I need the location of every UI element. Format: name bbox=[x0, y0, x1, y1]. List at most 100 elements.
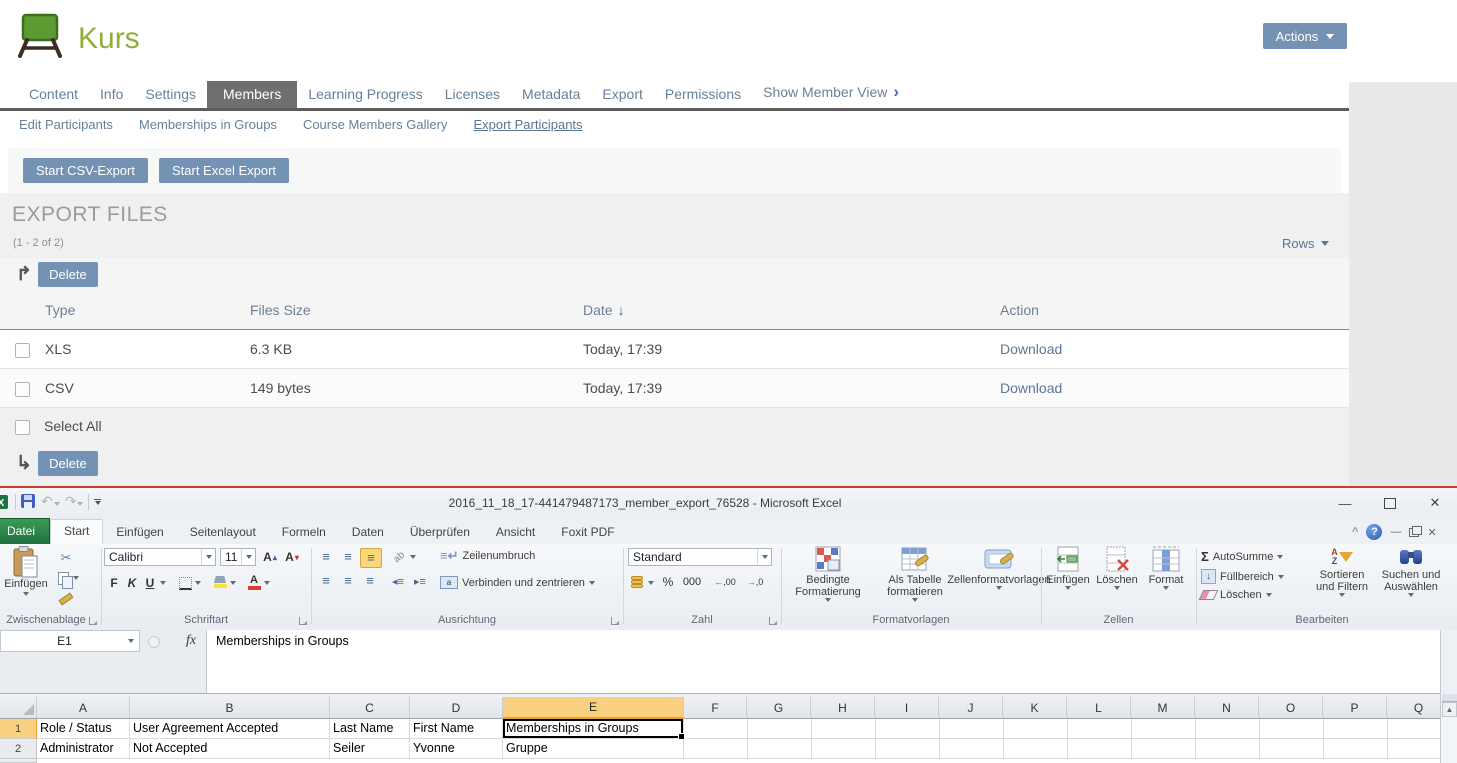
download-link[interactable]: Download bbox=[1000, 341, 1062, 357]
decrease-decimal-icon[interactable]: →,0 bbox=[742, 574, 768, 590]
select-all-checkbox[interactable] bbox=[15, 420, 30, 435]
cell-B1[interactable]: User Agreement Accepted bbox=[130, 719, 330, 739]
cell-C2[interactable]: Seiler bbox=[330, 739, 410, 759]
align-middle-icon[interactable]: ≡ bbox=[338, 548, 358, 566]
subtab-edit-participants[interactable]: Edit Participants bbox=[19, 117, 113, 132]
formula-bar-expand[interactable] bbox=[1440, 630, 1457, 694]
tab-settings[interactable]: Settings bbox=[134, 82, 207, 108]
subtab-course-members-gallery[interactable]: Course Members Gallery bbox=[303, 117, 448, 132]
dialog-launcher-icon[interactable] bbox=[299, 617, 307, 625]
dialog-launcher-icon[interactable] bbox=[611, 617, 619, 625]
underline-caret-icon[interactable] bbox=[160, 581, 166, 585]
excel-app-icon[interactable]: X bbox=[0, 494, 10, 510]
format-as-table-button[interactable]: Als Tabelle formatieren bbox=[874, 546, 956, 602]
ribbon-tab-seitenlayout[interactable]: Seitenlayout bbox=[177, 521, 269, 544]
column-header[interactable]: J bbox=[939, 697, 1003, 719]
workbook-close-icon[interactable]: ✕ bbox=[1427, 526, 1436, 539]
delete-cells-button[interactable]: Löschen bbox=[1094, 546, 1140, 590]
tab-members[interactable]: Members bbox=[207, 81, 297, 108]
empty-cells[interactable] bbox=[684, 739, 1457, 759]
cell-D1[interactable]: First Name bbox=[410, 719, 503, 739]
tab-content[interactable]: Content bbox=[18, 82, 89, 108]
select-all-corner[interactable] bbox=[0, 697, 37, 719]
subtab-export-participants[interactable]: Export Participants bbox=[473, 117, 582, 132]
ribbon-tab-einfuegen[interactable]: Einfügen bbox=[103, 521, 176, 544]
orientation-caret-icon[interactable] bbox=[410, 555, 416, 559]
column-header[interactable]: M bbox=[1131, 697, 1195, 719]
comma-style-icon[interactable]: 000 bbox=[680, 574, 704, 590]
column-header-files-size[interactable]: Files Size bbox=[250, 302, 311, 318]
split-handle[interactable] bbox=[1442, 694, 1457, 702]
dialog-launcher-icon[interactable] bbox=[769, 617, 777, 625]
number-format-combo[interactable]: Standard bbox=[628, 548, 772, 566]
increase-decimal-icon[interactable]: ←,00 bbox=[712, 574, 738, 590]
sort-filter-button[interactable]: AZ Sortieren und Filtern bbox=[1309, 546, 1375, 597]
tab-licenses[interactable]: Licenses bbox=[434, 82, 511, 108]
column-header[interactable]: N bbox=[1195, 697, 1259, 719]
download-link[interactable]: Download bbox=[1000, 380, 1062, 396]
accounting-caret-icon[interactable] bbox=[648, 581, 654, 585]
format-painter-icon[interactable] bbox=[56, 592, 76, 606]
formula-input[interactable]: Memberships in Groups bbox=[216, 634, 349, 648]
column-header[interactable]: F bbox=[684, 697, 747, 719]
undo-icon[interactable]: ↶ bbox=[41, 493, 60, 510]
ribbon-tab-start[interactable]: Start bbox=[50, 519, 103, 544]
ribbon-tab-ansicht[interactable]: Ansicht bbox=[483, 521, 548, 544]
font-size-combo[interactable]: 11 bbox=[220, 548, 256, 566]
name-box[interactable]: E1 bbox=[0, 630, 140, 652]
underline-icon[interactable]: U bbox=[142, 574, 158, 592]
font-name-combo[interactable]: Calibri bbox=[104, 548, 216, 566]
fill-color-icon[interactable] bbox=[212, 573, 228, 591]
find-select-button[interactable]: Suchen und Auswählen bbox=[1377, 546, 1445, 597]
bold-icon[interactable]: F bbox=[106, 574, 122, 592]
grow-font-icon[interactable]: A▴ bbox=[260, 548, 280, 566]
ribbon-tab-ueberpruefen[interactable]: Überprüfen bbox=[397, 521, 483, 544]
shrink-font-icon[interactable]: A▾ bbox=[282, 548, 302, 566]
tab-metadata[interactable]: Metadata bbox=[511, 82, 591, 108]
tab-export[interactable]: Export bbox=[591, 82, 653, 108]
insert-function-icon[interactable]: fx bbox=[186, 633, 196, 649]
borders-caret-icon[interactable] bbox=[195, 581, 201, 585]
delete-button-bottom[interactable]: Delete bbox=[38, 451, 98, 476]
cell-E2[interactable]: Gruppe bbox=[503, 739, 684, 759]
close-button[interactable]: ✕ bbox=[1420, 492, 1450, 514]
dialog-launcher-icon[interactable] bbox=[89, 617, 97, 625]
minimize-button[interactable]: — bbox=[1330, 492, 1360, 514]
column-header[interactable]: H bbox=[811, 697, 875, 719]
save-icon[interactable] bbox=[21, 494, 36, 509]
vertical-scrollbar[interactable]: ▲ bbox=[1440, 694, 1457, 763]
ribbon-tab-foxit-pdf[interactable]: Foxit PDF bbox=[548, 521, 627, 544]
align-center-icon[interactable]: ≡ bbox=[338, 572, 358, 590]
insert-cells-button[interactable]: Einfügen bbox=[1044, 546, 1092, 590]
column-header[interactable]: A bbox=[37, 697, 130, 719]
column-header[interactable]: B bbox=[130, 697, 330, 719]
tab-permissions[interactable]: Permissions bbox=[654, 82, 752, 108]
copy-icon[interactable] bbox=[56, 570, 80, 586]
increase-indent-icon[interactable]: ▸≡ bbox=[410, 572, 430, 590]
actions-button[interactable]: Actions bbox=[1263, 23, 1347, 49]
cell-B2[interactable]: Not Accepted bbox=[130, 739, 330, 759]
scroll-up-icon[interactable]: ▲ bbox=[1442, 702, 1457, 717]
subtab-memberships-in-groups[interactable]: Memberships in Groups bbox=[139, 117, 277, 132]
column-header-type[interactable]: Type bbox=[45, 302, 75, 318]
format-cells-button[interactable]: Format bbox=[1142, 546, 1190, 590]
font-color-caret-icon[interactable] bbox=[264, 581, 270, 585]
collapse-ribbon-icon[interactable]: ^ bbox=[1352, 526, 1358, 538]
column-header-selected[interactable]: E bbox=[503, 697, 684, 719]
cell-C1[interactable]: Last Name bbox=[330, 719, 410, 739]
autosum-button[interactable]: Σ AutoSumme bbox=[1201, 549, 1283, 564]
column-header[interactable]: D bbox=[410, 697, 503, 719]
fill-color-caret-icon[interactable] bbox=[230, 581, 236, 585]
cell-D2[interactable]: Yvonne bbox=[410, 739, 503, 759]
column-header[interactable]: I bbox=[875, 697, 939, 719]
row-header-selected[interactable]: 1 bbox=[0, 719, 37, 739]
column-header[interactable]: L bbox=[1067, 697, 1131, 719]
excel-title-bar[interactable]: X ↶ ↷ 2016_11_18_17-441479487173_member_… bbox=[0, 488, 1457, 519]
align-bottom-icon[interactable]: ≡ bbox=[360, 548, 382, 568]
ribbon-tab-daten[interactable]: Daten bbox=[339, 521, 397, 544]
row-checkbox[interactable] bbox=[15, 343, 30, 358]
borders-icon[interactable] bbox=[176, 575, 194, 591]
column-header[interactable]: O bbox=[1259, 697, 1323, 719]
tab-show-member-view[interactable]: Show Member View› bbox=[752, 78, 910, 108]
column-header[interactable]: K bbox=[1003, 697, 1067, 719]
